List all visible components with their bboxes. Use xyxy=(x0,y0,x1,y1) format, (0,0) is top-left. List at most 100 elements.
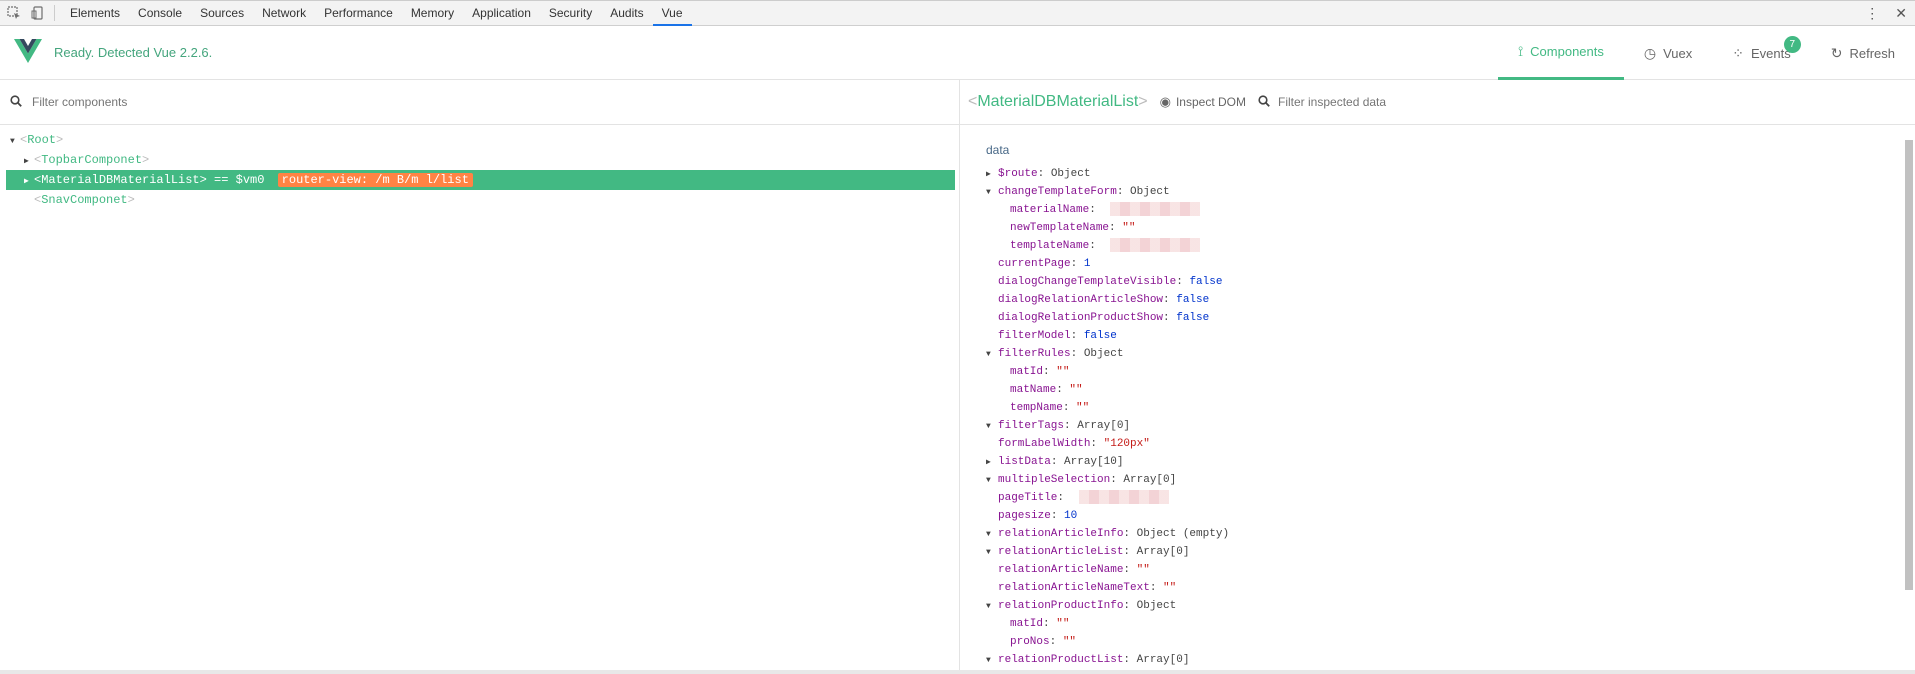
property-value: Array[0] xyxy=(1077,420,1131,432)
data-property-row: formLabelWidth: "120px" xyxy=(986,435,1915,453)
property-separator: : xyxy=(1043,618,1057,630)
device-toolbar-icon[interactable] xyxy=(28,3,48,23)
tree-node-snav[interactable]: <SnavComponet> xyxy=(0,190,959,210)
data-property-row[interactable]: ▶ $route: Object xyxy=(986,165,1915,183)
devtools-tab-memory[interactable]: Memory xyxy=(402,1,463,26)
tree-node-topbar[interactable]: ▶ <TopbarComponet> xyxy=(0,150,959,170)
property-key: dialogChangeTemplateVisible xyxy=(998,276,1177,288)
property-key: proNos xyxy=(1010,636,1050,648)
property-separator: : xyxy=(1056,384,1070,396)
devtools-tab-network[interactable]: Network xyxy=(253,1,315,26)
property-separator: : xyxy=(1037,168,1051,180)
property-separator: : xyxy=(1176,276,1190,288)
property-separator: : xyxy=(1109,222,1123,234)
property-value: false xyxy=(1176,312,1210,324)
property-separator: : xyxy=(1163,312,1177,324)
expand-down-icon[interactable]: ▼ xyxy=(10,132,20,152)
devtools-tab-audits[interactable]: Audits xyxy=(601,1,652,26)
data-property-row[interactable]: ▼ filterTags: Array[0] xyxy=(986,417,1915,435)
data-property-row: materialName: xyxy=(986,201,1915,219)
inspect-dom-button[interactable]: ◉ Inspect DOM xyxy=(1160,94,1246,110)
expand-down-icon[interactable]: ▼ xyxy=(986,652,998,670)
data-property-row: dialogRelationProductShow: false xyxy=(986,309,1915,327)
data-property-row: newTemplateName: "" xyxy=(986,219,1915,237)
data-property-row[interactable]: ▼ relationProductInfo: Object xyxy=(986,597,1915,615)
filter-components-input[interactable] xyxy=(32,95,432,109)
devtools-tab-performance[interactable]: Performance xyxy=(315,1,402,26)
property-key: relationArticleInfo xyxy=(998,528,1124,540)
devtools-tab-vue[interactable]: Vue xyxy=(652,1,692,26)
devtools-tab-elements[interactable]: Elements xyxy=(61,1,129,26)
data-property-row[interactable]: ▼ filterRules: Object xyxy=(986,345,1915,363)
tree-node-root[interactable]: ▼ <Root> xyxy=(0,130,959,150)
data-property-list: ▶ $route: Object ▼ changeTemplateForm: Obje… xyxy=(986,165,1915,669)
tab-components[interactable]: ⟟ Components xyxy=(1497,26,1624,80)
expand-right-icon[interactable]: ▶ xyxy=(24,172,34,192)
refresh-icon: ↻ xyxy=(1830,44,1843,61)
data-property-row: templateName: xyxy=(986,237,1915,255)
property-key: dialogRelationProductShow xyxy=(998,312,1164,324)
expand-down-icon[interactable]: ▼ xyxy=(986,184,998,202)
expand-down-icon[interactable]: ▼ xyxy=(986,598,998,616)
data-property-row: filterModel: false xyxy=(986,327,1915,345)
data-property-row: dialogRelationArticleShow: false xyxy=(986,291,1915,309)
inspect-element-icon[interactable] xyxy=(4,3,24,23)
property-value: Array[0] xyxy=(1136,546,1190,558)
property-key: templateName xyxy=(1010,240,1090,252)
scrollbar[interactable] xyxy=(1905,140,1913,590)
data-property-row[interactable]: ▼ relationArticleInfo: Object (empty) xyxy=(986,525,1915,543)
events-icon: ⁘ xyxy=(1732,44,1744,61)
tab-events[interactable]: ⁘ Events 7 xyxy=(1712,26,1810,80)
property-separator: : xyxy=(1043,366,1057,378)
property-value: false xyxy=(1189,276,1223,288)
property-separator: : xyxy=(1123,528,1137,540)
property-key: formLabelWidth xyxy=(998,438,1091,450)
component-tree: ▼ <Root> ▶ <TopbarComponet> ▶ <MaterialDBMa… xyxy=(0,125,959,210)
tree-node-material-selected[interactable]: ▶ <MaterialDBMaterialList> == $vm0 router… xyxy=(6,170,955,190)
property-value: "" xyxy=(1062,636,1077,648)
data-property-row[interactable]: ▼ changeTemplateForm: Object xyxy=(986,183,1915,201)
property-separator: : xyxy=(1050,510,1065,522)
devtools-tab-application[interactable]: Application xyxy=(463,1,540,26)
property-separator: : xyxy=(1057,492,1071,504)
property-key: tempName xyxy=(1010,402,1063,414)
refresh-button[interactable]: ↻ Refresh xyxy=(1811,26,1915,80)
devtools-tab-security[interactable]: Security xyxy=(540,1,601,26)
devtools-tab-console[interactable]: Console xyxy=(129,1,191,26)
tab-vuex[interactable]: ◷ Vuex xyxy=(1624,26,1712,80)
property-separator: : xyxy=(1123,654,1137,666)
devtools-tab-sources[interactable]: Sources xyxy=(191,1,253,26)
expand-down-icon[interactable]: ▼ xyxy=(986,472,998,490)
expand-down-icon[interactable]: ▼ xyxy=(986,526,998,544)
data-property-row[interactable]: ▶ listData: Array[10] xyxy=(986,453,1915,471)
property-separator: : xyxy=(1070,330,1084,342)
property-key: matId xyxy=(1010,618,1044,630)
property-key: relationProductList xyxy=(998,654,1124,666)
property-separator: : xyxy=(1049,636,1063,648)
data-property-row[interactable]: ▼ relationArticleList: Array[0] xyxy=(986,543,1915,561)
property-separator: : xyxy=(1070,258,1084,270)
property-separator: : xyxy=(1116,186,1131,198)
close-icon[interactable]: ✕ xyxy=(1887,5,1915,22)
data-property-row[interactable]: ▼ multipleSelection: Array[0] xyxy=(986,471,1915,489)
vue-status-text: Ready. Detected Vue 2.2.6. xyxy=(54,45,213,60)
data-property-row: tempName: "" xyxy=(986,399,1915,417)
router-view-badge: router-view: /m B/m l/list xyxy=(277,173,473,187)
filter-inspected-data-input[interactable] xyxy=(1278,95,1478,109)
data-property-row[interactable]: ▼ relationProductList: Array[0] xyxy=(986,651,1915,669)
expand-down-icon[interactable]: ▼ xyxy=(986,544,998,562)
expand-right-icon[interactable]: ▶ xyxy=(986,166,998,184)
property-separator: : xyxy=(1062,402,1077,414)
expand-down-icon[interactable]: ▼ xyxy=(986,418,998,436)
property-key: pagesize xyxy=(998,510,1051,522)
vue-header: Ready. Detected Vue 2.2.6. ⟟ Components … xyxy=(0,26,1915,80)
property-key: filterRules xyxy=(998,348,1071,360)
expand-right-icon[interactable]: ▶ xyxy=(986,454,998,472)
expand-down-icon[interactable]: ▼ xyxy=(986,346,998,364)
kebab-menu-icon[interactable]: ⋮ xyxy=(1857,5,1887,22)
expand-right-icon[interactable]: ▶ xyxy=(24,152,34,172)
property-separator: : xyxy=(1123,600,1137,612)
data-section: data ▶ $route: Object ▼ changeTemplateForm:… xyxy=(960,125,1915,669)
data-property-row: currentPage: 1 xyxy=(986,255,1915,273)
data-property-row: matId: "" xyxy=(986,363,1915,381)
